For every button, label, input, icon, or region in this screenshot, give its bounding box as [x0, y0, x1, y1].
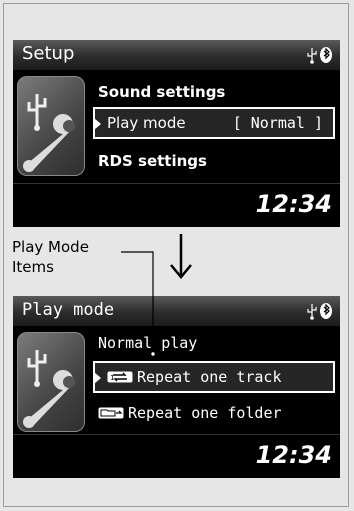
menu-item-label: Repeat one track	[137, 368, 282, 386]
menu-item-normal-play[interactable]: Normal play	[98, 334, 197, 352]
setup-screen: Setup Sound settings Play mode [Normal …	[13, 40, 340, 227]
title-bar: Setup	[13, 40, 340, 70]
menu-item-label: Play mode	[107, 114, 186, 132]
menu-item-sound-settings[interactable]: Sound settings	[98, 83, 225, 101]
usb-icon	[307, 304, 317, 320]
settings-panel	[17, 76, 85, 176]
bluetooth-icon	[320, 303, 332, 319]
clock-bar: 12:34	[13, 183, 340, 227]
usb-wrench-icon	[23, 350, 75, 428]
clock-display: 12:34	[255, 441, 332, 469]
menu-item-label: Repeat one folder	[128, 404, 282, 422]
selection-arrow-icon	[94, 372, 101, 384]
callout-label: Play Mode Items	[12, 237, 89, 277]
menu-item-repeat-one-track[interactable]: 1 Repeat one track	[93, 361, 335, 393]
play-mode-screen: Play mode Normal play 1 Repeat one track…	[13, 296, 340, 478]
menu-item-repeat-one-folder[interactable]: Repeat one folder	[98, 404, 282, 422]
menu-item-play-mode[interactable]: Play mode [ Normal ]	[93, 107, 335, 139]
status-icons	[307, 47, 332, 64]
menu-item-value: [ Normal ]	[232, 114, 323, 132]
bluetooth-icon	[320, 47, 332, 63]
clock-display: 12:34	[255, 190, 332, 218]
down-arrow-icon	[170, 234, 192, 279]
menu-item-rds-settings[interactable]: RDS settings	[98, 152, 207, 170]
callout-label-line2: Items	[12, 258, 54, 276]
clock-bar: 12:34	[13, 434, 340, 478]
status-icons	[307, 303, 332, 320]
menu-area: Normal play 1 Repeat one track Repeat on…	[13, 326, 340, 439]
usb-icon	[307, 48, 317, 64]
menu-item-label-wrap: 1 Repeat one track	[107, 368, 282, 386]
repeat-one-track-icon: 1	[107, 371, 133, 383]
screen-title: Setup	[22, 43, 75, 64]
repeat-one-folder-icon	[98, 407, 124, 419]
menu-area: Sound settings Play mode [ Normal ] RDS …	[13, 70, 340, 183]
callout-label-line1: Play Mode	[12, 238, 89, 256]
settings-panel	[17, 332, 85, 432]
selection-arrow-icon	[94, 118, 101, 130]
usb-wrench-icon	[23, 94, 75, 172]
screen-title: Play mode	[22, 300, 115, 320]
title-bar: Play mode	[13, 296, 340, 326]
svg-text:1: 1	[110, 374, 114, 382]
